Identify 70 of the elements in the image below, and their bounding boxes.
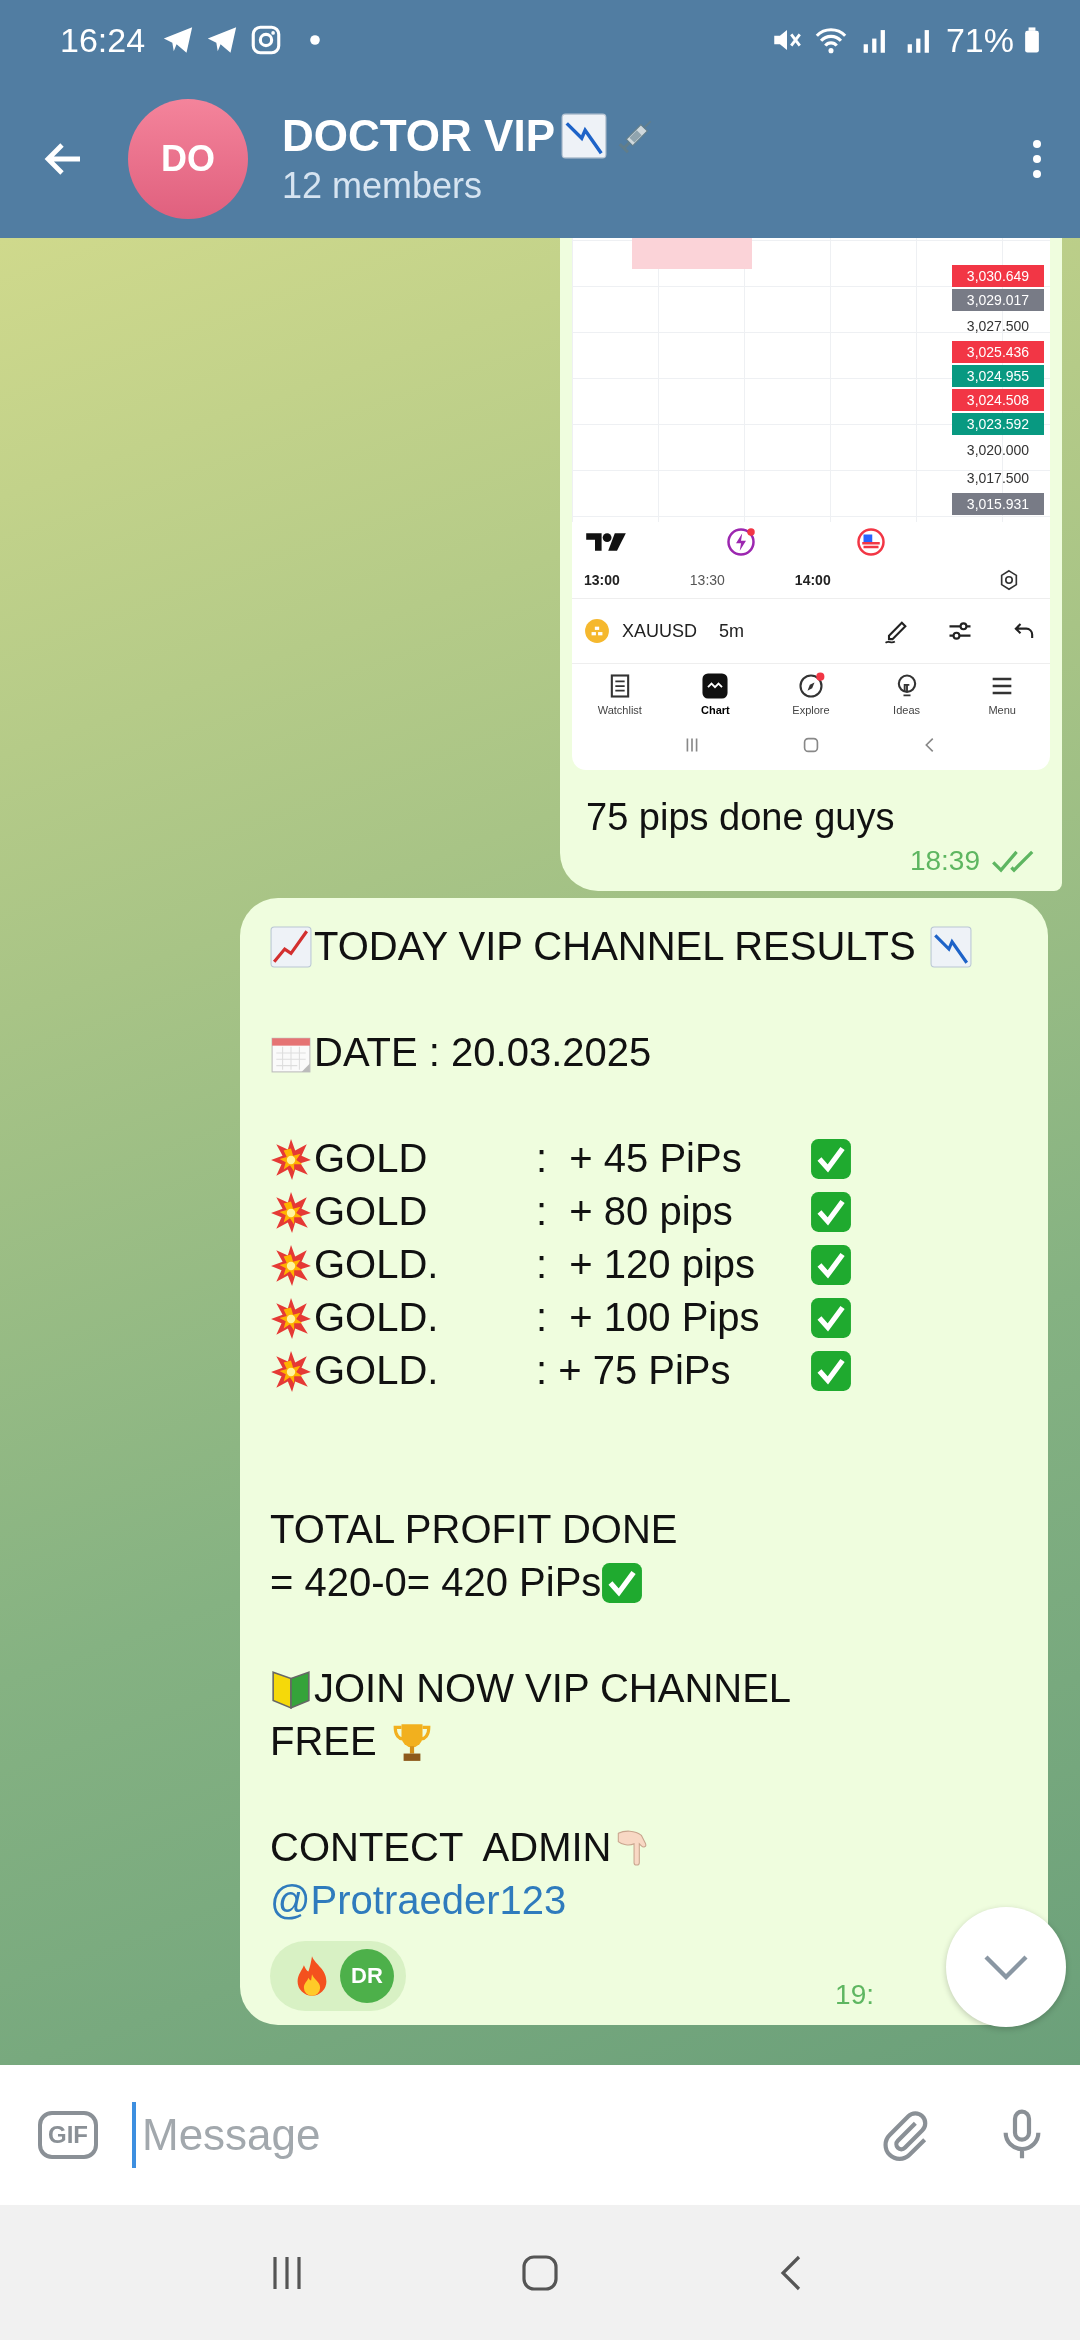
total-text: = 420-0= 420 PiPs: [270, 1560, 602, 1605]
price-tag: 3,024.955: [952, 365, 1044, 387]
time-axis-label: 13:30: [689, 572, 725, 588]
result-asset: GOLD.: [314, 1242, 440, 1287]
result-asset: GOLD: [314, 1136, 429, 1181]
join-text: FREE: [270, 1719, 377, 1764]
collision-icon: [270, 1190, 312, 1233]
check-mark-icon: [810, 1349, 852, 1392]
check-mark-icon: [810, 1190, 852, 1233]
time-axis-label: 14:00: [794, 572, 831, 588]
message-bubble[interactable]: [240, 898, 1048, 2025]
app-tab[interactable]: Chart: [675, 672, 756, 716]
app-tab[interactable]: Watchlist: [579, 672, 660, 716]
chart-decreasing-icon: [929, 925, 972, 968]
price-label: 3,027.500: [965, 317, 1031, 336]
price-tag: 3,024.508: [952, 389, 1044, 411]
status-time: 16:24: [60, 20, 146, 60]
member-count: 12 members: [282, 165, 483, 207]
chat-title[interactable]: DOCTOR VIP: [282, 111, 555, 161]
settings-icon[interactable]: [998, 569, 1020, 591]
battery-percent: 71%: [945, 20, 1014, 60]
app-tab[interactable]: Menu: [962, 672, 1043, 716]
chart-screenshot[interactable]: 3,030.649 3,029.017 3,027.500 3,025.436 3,024.955 3,024.508 3,023.592 3,020.000 3,017.500 3,015.931 13:00 13:30 14:00 XAUUSD 5m Watchlist Chart Explore Ideas Menu: [572, 238, 1050, 770]
price-tag: 3,030.649: [952, 265, 1044, 287]
check-mark-icon: [810, 1296, 852, 1339]
result-value: : + 80 pips: [536, 1189, 734, 1234]
message-text: 75 pips done guys: [585, 795, 896, 840]
collision-icon: [270, 1243, 312, 1286]
result-asset: GOLD: [314, 1189, 429, 1234]
result-value: : + 120 pips: [536, 1242, 757, 1287]
message-time: 18:39: [909, 845, 980, 877]
result-value: : + 45 PiPs: [536, 1136, 743, 1181]
price-tag: 3,025.436: [952, 341, 1044, 363]
message-bubble[interactable]: 3,030.649 3,029.017 3,027.500 3,025.436 3,024.955 3,024.508 3,023.592 3,020.000 3,017.500 3,015.931 13:00 13:30 14:00 XAUUSD 5m Watchlist Chart Explore Ideas Menu 75 pips done guys 18:39: [560, 238, 1062, 891]
result-value: : + 100 Pips: [536, 1295, 761, 1340]
check-mark-icon: [810, 1137, 852, 1180]
logo-icon: [586, 531, 626, 553]
post-headline: TODAY VIP CHANNEL RESULTS: [314, 924, 916, 969]
check-mark-icon: [601, 1561, 644, 1604]
collision-icon: [270, 1349, 312, 1392]
collision-icon: [270, 1296, 312, 1339]
symbol-label[interactable]: XAUUSD: [622, 620, 697, 642]
battery-icon: [1024, 26, 1040, 54]
lightning-icon: [726, 527, 756, 557]
price-tag: 3,029.017: [952, 289, 1044, 311]
collision-icon: [270, 1137, 312, 1180]
check-mark-icon: [810, 1243, 852, 1286]
price-label: 3,020.000: [965, 441, 1031, 460]
result-asset: GOLD.: [314, 1295, 440, 1340]
time-axis-label: 13:00: [584, 572, 620, 588]
chart-decreasing-icon: [561, 113, 607, 159]
result-value: : + 75 PiPs: [536, 1348, 732, 1393]
price-tag: 3,015.931: [952, 493, 1044, 515]
coin-icon: [584, 618, 610, 644]
price-label: 3,017.500: [965, 469, 1031, 488]
username-link[interactable]: @Protraeder123: [270, 1878, 567, 1923]
contact-text: CONTECT ADMIN: [270, 1825, 612, 1870]
interval-label[interactable]: 5m: [719, 620, 745, 642]
result-asset: GOLD.: [314, 1348, 440, 1393]
price-tag: 3,023.592: [952, 413, 1044, 435]
message-time: 19:: [835, 1979, 874, 2011]
flag-icon: [856, 527, 886, 557]
notification-dot-icon: [309, 34, 322, 46]
total-text: TOTAL PROFIT DONE: [270, 1507, 678, 1552]
app-tab[interactable]: Ideas: [866, 672, 947, 716]
reactor-avatar: DR: [340, 1949, 394, 2003]
join-text: JOIN NOW VIP CHANNEL: [314, 1666, 792, 1711]
app-tab[interactable]: Explore: [771, 672, 851, 716]
chart-increasing-icon: [270, 925, 312, 968]
post-date: DATE : 20.03.2025: [314, 1030, 652, 1075]
